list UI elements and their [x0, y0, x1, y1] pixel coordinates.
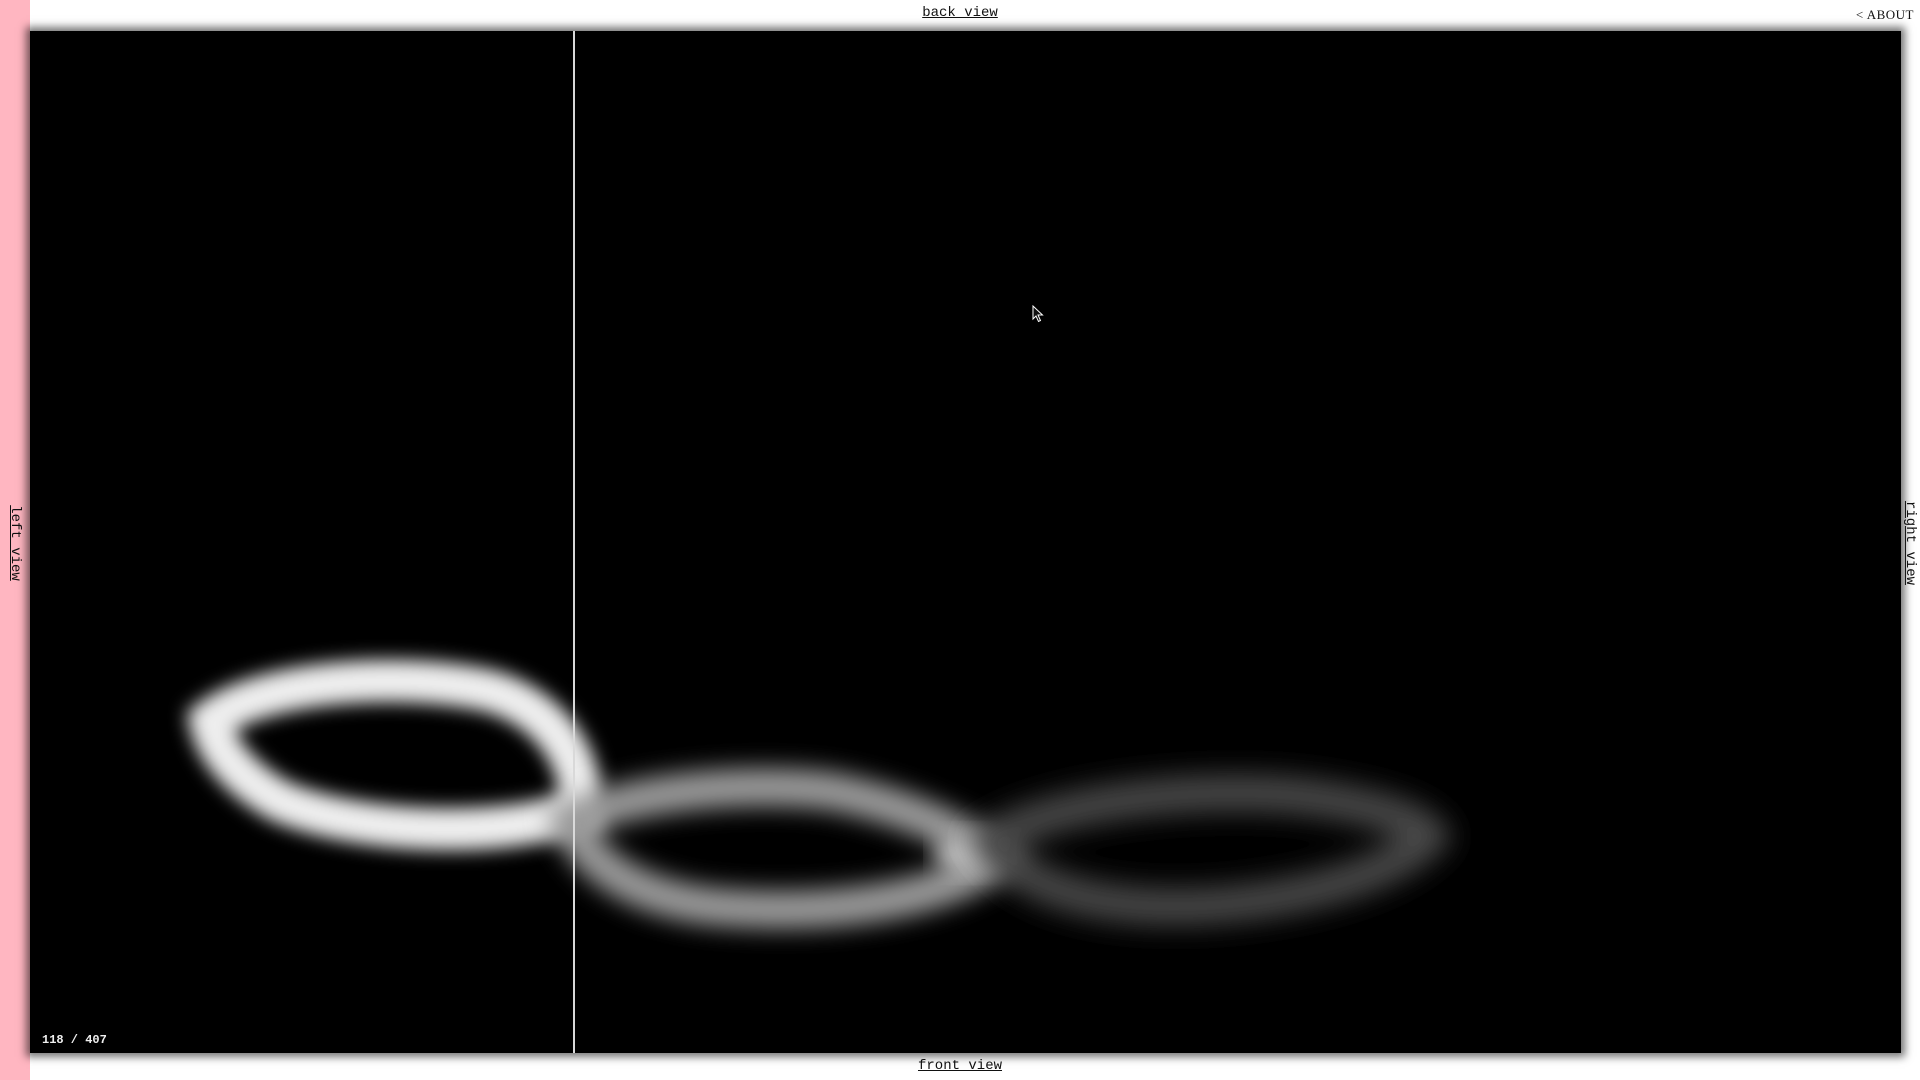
frame-counter: 118 / 407	[42, 1033, 107, 1047]
right-view-link[interactable]: right view	[1902, 501, 1918, 585]
scan-viewport[interactable]: 118 / 407	[30, 31, 1901, 1053]
ring-right	[964, 775, 1453, 925]
volume-render	[186, 660, 1453, 929]
slice-position-handle[interactable]	[573, 31, 575, 1053]
ring-left	[186, 660, 602, 851]
front-view-link[interactable]: front view	[918, 1058, 1002, 1074]
back-view-link[interactable]: back view	[922, 5, 998, 21]
pointer-cursor-icon	[1032, 305, 1044, 323]
left-view-link[interactable]: left view	[7, 505, 23, 581]
ring-middle	[546, 768, 1023, 929]
page-frame: back view < ABOUT left view right view f…	[0, 0, 1920, 1080]
about-link[interactable]: < ABOUT	[1856, 7, 1914, 23]
